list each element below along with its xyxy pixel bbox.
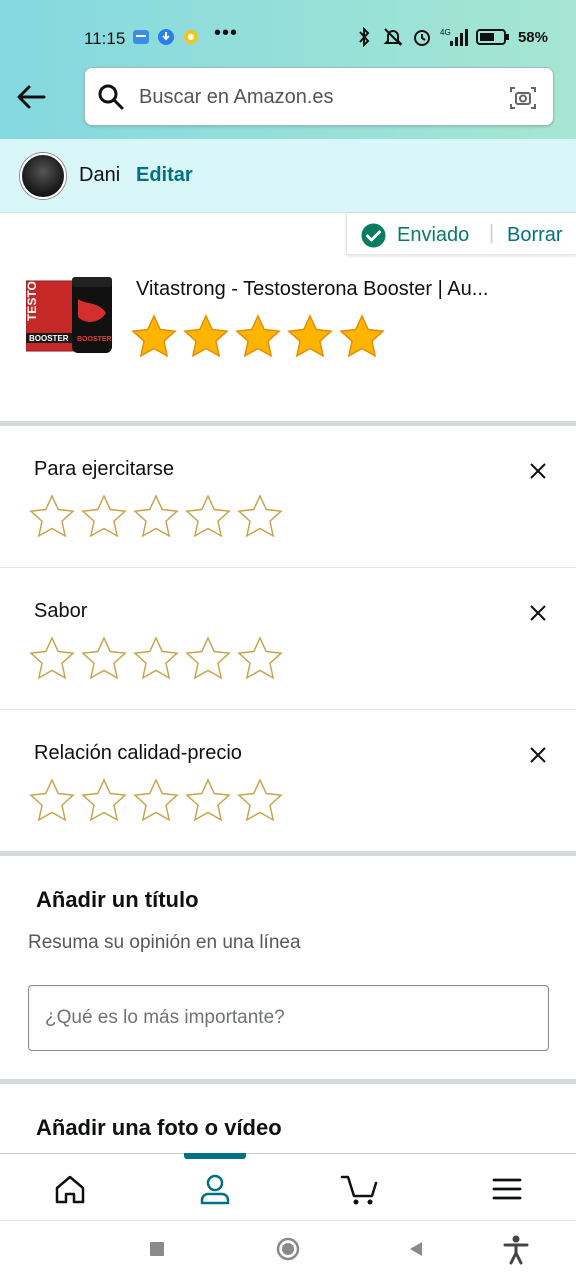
accessibility-icon[interactable] <box>503 1235 529 1265</box>
attribute-rating-stars <box>28 778 284 824</box>
add-photo-heading: Añadir una foto o vídeo <box>36 1115 282 1140</box>
review-status-box: Enviado | Borrar <box>346 213 576 255</box>
star-outline-icon-5[interactable] <box>236 778 284 824</box>
star-filled-icon-4[interactable] <box>286 313 334 361</box>
active-tab-indicator <box>184 1153 246 1159</box>
camera-search-icon[interactable] <box>509 84 537 112</box>
star-outline-icon-3[interactable] <box>132 494 180 540</box>
more-notifications-indicator: ••• <box>214 22 239 44</box>
section-divider <box>0 1079 576 1084</box>
star-filled-icon-1[interactable] <box>130 313 178 361</box>
svg-text:BOOSTER: BOOSTER <box>29 334 69 343</box>
status-time: 11:15 <box>84 29 126 48</box>
status-bar: 11:15 ••• 4G 58% <box>0 0 576 76</box>
home-icon[interactable] <box>53 1172 87 1206</box>
add-title-heading: Añadir un título <box>36 887 199 912</box>
status-right-group: 4G 58% <box>354 27 548 47</box>
review-title-input[interactable] <box>28 985 549 1051</box>
notification-dot-icon <box>184 30 198 44</box>
product-summary: TESTO BOOSTER BOOSTER Vitastrong - Testo… <box>0 255 576 425</box>
user-name: Dani <box>79 164 121 186</box>
recent-apps-icon[interactable] <box>149 1241 165 1257</box>
back-arrow-icon[interactable] <box>14 80 48 114</box>
avatar <box>20 153 66 199</box>
menu-icon[interactable] <box>490 1172 524 1206</box>
star-outline-icon-4[interactable] <box>184 636 232 682</box>
attribute-rating-stars <box>28 494 284 540</box>
star-outline-icon-4[interactable] <box>184 494 232 540</box>
star-outline-icon-3[interactable] <box>132 636 180 682</box>
bottom-nav <box>0 1153 576 1220</box>
close-icon[interactable] <box>528 461 548 481</box>
signal-4g-icon: 4G <box>440 28 468 46</box>
close-icon[interactable] <box>528 745 548 765</box>
back-button-icon[interactable] <box>408 1241 424 1257</box>
status-separator: | <box>489 222 495 244</box>
top-bar: 11:15 ••• 4G 58% Buscar en Amazon.es <box>0 0 576 139</box>
star-outline-icon-2[interactable] <box>80 494 128 540</box>
star-outline-icon-5[interactable] <box>236 494 284 540</box>
alarm-icon <box>413 30 430 46</box>
star-outline-icon-2[interactable] <box>80 636 128 682</box>
add-title-hint: Resuma su opinión en una línea <box>28 932 301 953</box>
search-bar[interactable]: Buscar en Amazon.es <box>84 67 554 126</box>
battery-percent: 58% <box>517 28 548 46</box>
svg-text:TESTO: TESTO <box>26 281 39 321</box>
close-icon[interactable] <box>528 603 548 623</box>
notification-app-icon <box>133 30 149 44</box>
star-outline-icon-4[interactable] <box>184 778 232 824</box>
home-button-icon[interactable] <box>276 1237 300 1261</box>
star-filled-icon-2[interactable] <box>182 313 230 361</box>
attribute-label: Relación calidad-precio <box>34 742 242 764</box>
star-outline-icon-1[interactable] <box>28 494 76 540</box>
edit-profile-link[interactable]: Editar <box>136 164 193 187</box>
mute-vibrate-icon <box>383 28 403 46</box>
download-icon <box>158 29 174 45</box>
attribute-label: Sabor <box>34 600 88 622</box>
search-icon <box>98 84 124 110</box>
battery-icon <box>475 29 509 45</box>
star-outline-icon-1[interactable] <box>28 636 76 682</box>
attribute-label: Para ejercitarse <box>34 458 175 480</box>
star-outline-icon-2[interactable] <box>80 778 128 824</box>
svg-text:BOOSTER: BOOSTER <box>77 336 112 343</box>
star-outline-icon-5[interactable] <box>236 636 284 682</box>
star-filled-icon-5[interactable] <box>338 313 386 361</box>
attribute-row-value-for-money: Relación calidad-precio <box>0 710 576 851</box>
product-title[interactable]: Vitastrong - Testosterona Booster | Au..… <box>136 278 536 301</box>
svg-text:4G: 4G <box>440 28 451 37</box>
star-outline-icon-3[interactable] <box>132 778 180 824</box>
check-circle-icon <box>361 223 386 248</box>
section-divider <box>0 851 576 856</box>
system-nav-bar <box>0 1220 576 1280</box>
star-outline-icon-1[interactable] <box>28 778 76 824</box>
user-bar: Dani Editar <box>0 139 576 213</box>
search-input[interactable]: Buscar en Amazon.es <box>139 86 334 109</box>
cart-icon[interactable] <box>340 1172 380 1206</box>
attribute-row-exercise: Para ejercitarse <box>0 426 576 567</box>
delete-review-link[interactable]: Borrar <box>507 224 563 247</box>
star-filled-icon-3[interactable] <box>234 313 282 361</box>
attribute-rating-stars <box>28 636 284 682</box>
account-icon[interactable] <box>198 1172 232 1206</box>
sent-status-label: Enviado <box>397 224 470 246</box>
overall-rating-stars <box>130 313 386 361</box>
bluetooth-icon <box>359 27 370 47</box>
attribute-row-flavor: Sabor <box>0 568 576 709</box>
product-image: TESTO BOOSTER BOOSTER <box>26 277 112 353</box>
